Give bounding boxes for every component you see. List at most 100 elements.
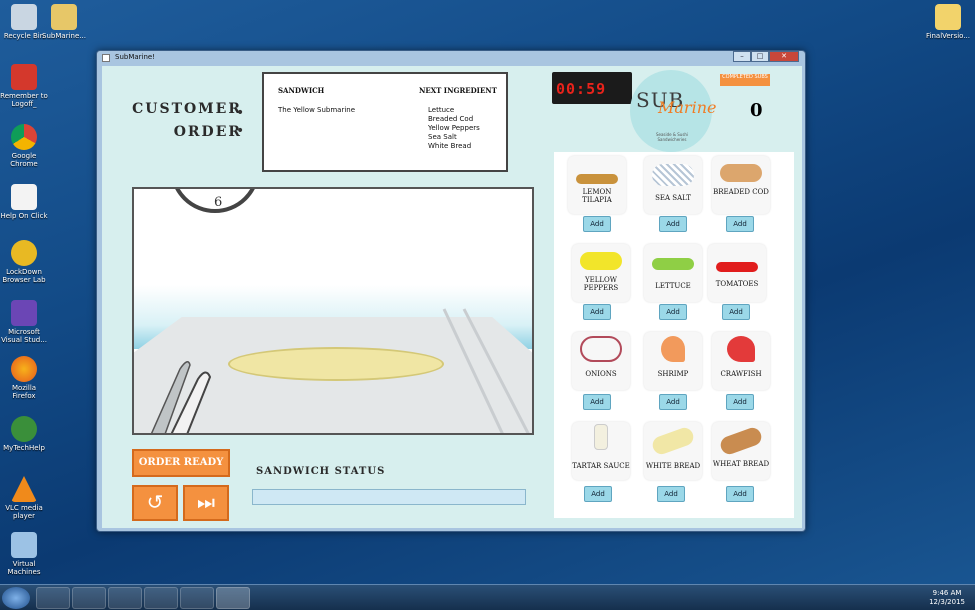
ingredient-card-label: TOMATOES [715,280,759,288]
computer-icon [11,532,37,558]
skip-button[interactable]: ⏭ [183,485,229,521]
internet-explorer-icon[interactable] [36,587,70,609]
white-bread-icon [650,425,696,457]
tomatoes-icon [716,262,758,272]
ingredient-list-item: Breaded Cod [428,115,474,123]
ingredient-card-label: CRAWFISH [720,370,762,378]
onions-icon [580,336,622,362]
breaded-cod-icon [720,164,762,182]
reset-button[interactable]: ↺ [132,485,178,521]
submarine-logo: SUB Marine Seaside & Sushi Sandwicheries [630,70,716,152]
sandwich-status-label: SANDWICH STATUS [256,466,386,477]
desktop-icon-vlc[interactable]: VLC media player [0,476,48,520]
ingredient-card-label: LEMON TILAPIA [582,188,612,204]
add-breaded-cod-button[interactable]: Add [726,216,754,232]
sandwich-prep-area: 6 [132,187,534,435]
add-lettuce-button[interactable]: Add [659,304,687,320]
ingredient-card-tomatoes: TOMATOES [708,244,766,302]
tartar-sauce-icon [594,424,608,450]
vlc-icon [11,476,37,502]
start-button[interactable] [2,587,30,609]
submarine-taskbar-icon[interactable] [216,587,250,609]
reset-icon: ↺ [146,490,164,514]
desktop-icon-virtual-machines[interactable]: Virtual Machines [0,532,48,576]
system-clock[interactable]: 9:46 AM 12/3/2015 [929,589,965,607]
visual-studio-taskbar-icon[interactable] [180,587,214,609]
completed-subs-count: 0 [750,100,763,121]
order-dots-icon: • • [236,105,245,139]
desktop-icon-lockdown[interactable]: LockDown Browser Lab [0,240,48,284]
ingredient-list-item: Sea Salt [428,133,457,141]
file-explorer-icon[interactable] [72,587,106,609]
ingredient-card-label: TARTAR SAUCE [572,462,630,470]
add-shrimp-button[interactable]: Add [659,394,687,410]
add-crawfish-button[interactable]: Add [726,394,754,410]
ingredient-card-lettuce: LETTUCE [644,244,702,302]
add-onions-button[interactable]: Add [583,394,611,410]
window-titlebar[interactable]: SubMarine! – □ ✕ [97,51,805,65]
knife-icon [150,361,212,433]
folder-icon [935,4,961,30]
help-icon [11,184,37,210]
ingredient-card-label: WHEAT BREAD [712,460,770,468]
ingredient-card-label: YELLOW PEPPERS [583,276,619,292]
desktop-icon-remember-logoff[interactable]: Remember to Logoff_ [0,64,48,108]
maximize-button[interactable]: □ [751,51,769,62]
yellow-peppers-icon [580,252,622,270]
firefox-icon [11,356,37,382]
ingredient-panel: LEMON TILAPIA Add SEA SALT Add BREADED C… [554,152,794,518]
completed-subs-label: COMPLETED SUBS [720,74,770,86]
ingredient-card-tartar-sauce: TARTAR SAUCE [572,422,630,480]
ingredient-list-item: Yellow Peppers [428,124,480,132]
desktop-icon-submarine[interactable]: SubMarine... [40,4,88,40]
chrome-icon [11,124,37,150]
window-title: SubMarine! [115,53,156,61]
minimize-button[interactable]: – [733,51,751,62]
add-tartar-sauce-button[interactable]: Add [584,486,612,502]
sandwich-status-bar [252,489,526,505]
desktop-icon-finalversion[interactable]: FinalVersio... [924,4,972,40]
ingredient-card-lemon-tilapia: LEMON TILAPIA [568,156,626,214]
media-player-icon[interactable] [108,587,142,609]
desktop-icon-chrome[interactable]: Google Chrome [0,124,48,168]
ingredient-card-crawfish: CRAWFISH [712,332,770,390]
close-button[interactable]: ✕ [769,51,799,62]
ingredient-card-yellow-peppers: YELLOW PEPPERS [572,244,630,302]
desktop-icon-help-on-click[interactable]: Help On Click [0,184,48,220]
sea-salt-icon [652,164,694,186]
order-card: SANDWICH NEXT INGREDIENT The Yellow Subm… [262,72,508,172]
add-sea-salt-button[interactable]: Add [659,216,687,232]
ingredient-card-shrimp: SHRIMP [644,332,702,390]
desktop-icon-visual-studio[interactable]: Microsoft Visual Stud... [0,300,48,344]
shrimp-icon [661,336,685,362]
desktop-icon-firefox[interactable]: Mozilla Firefox [0,356,48,400]
ingredient-card-label: ONIONS [585,370,617,378]
sandwich-header: SANDWICH [278,86,325,95]
crawfish-icon [727,336,755,362]
ingredient-card-wheat-bread: WHEAT BREAD [712,422,770,480]
add-wheat-bread-button[interactable]: Add [726,486,754,502]
visual-studio-icon [11,300,37,326]
add-yellow-peppers-button[interactable]: Add [583,304,611,320]
skip-icon: ⏭ [197,490,215,514]
tilapia-icon [576,174,618,184]
add-lemon-tilapia-button[interactable]: Add [583,216,611,232]
add-white-bread-button[interactable]: Add [657,486,685,502]
chrome-taskbar-icon[interactable] [144,587,178,609]
desktop-icon-mytechhelp[interactable]: MyTechHelp [0,416,48,452]
order-ready-button[interactable]: ORDER READY [132,449,230,477]
ingredient-card-white-bread: WHITE BREAD [644,422,702,480]
add-tomatoes-button[interactable]: Add [722,304,750,320]
power-icon [11,64,37,90]
lettuce-icon [652,258,694,270]
game-client-area: CUSTOMER ORDER • • SANDWICH NEXT INGREDIE… [102,66,802,528]
submarine-window: SubMarine! – □ ✕ CUSTOMER ORDER • • SANDW… [96,50,806,532]
ingredient-card-label: SEA SALT [655,194,691,202]
mytechhelp-icon [11,416,37,442]
ingredient-card-onions: ONIONS [572,332,630,390]
recycle-bin-icon [11,4,37,30]
ingredient-card-label: LETTUCE [655,282,691,290]
counter-lines [442,308,530,433]
ingredient-card-sea-salt: SEA SALT [644,156,702,214]
countdown-timer: 00:59 [552,72,632,104]
